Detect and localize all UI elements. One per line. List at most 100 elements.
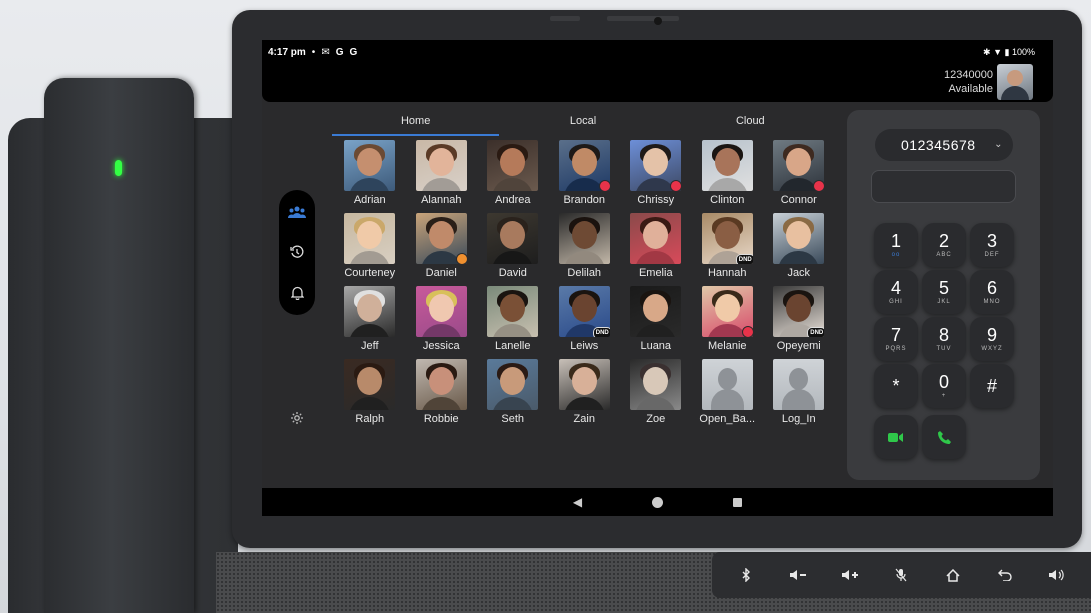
contact-name: Jessica (422, 340, 460, 352)
settings-icon[interactable] (279, 408, 315, 428)
contact-tile[interactable]: DND Hannah (692, 213, 764, 286)
home-nav-icon[interactable] (652, 496, 664, 508)
contact-photo (558, 359, 610, 410)
speaker-icon[interactable] (1043, 561, 1071, 589)
dial-key-digit: * (892, 376, 900, 396)
contact-photo (344, 140, 396, 191)
busy-status-badge (741, 326, 753, 337)
contact-tile[interactable]: Melanie (692, 286, 764, 359)
contact-name: Daniel (425, 267, 457, 279)
account-info[interactable]: 12340000 Available (944, 68, 993, 96)
contact-tile[interactable]: Log_In (763, 359, 835, 432)
handset[interactable] (44, 78, 194, 613)
dial-key[interactable]: 0 + (922, 364, 966, 408)
contact-tile[interactable]: Brandon (549, 140, 621, 213)
dial-key[interactable]: 7 PQRS (874, 317, 918, 361)
dial-key[interactable]: 4 GHI (874, 270, 918, 314)
volume-rocker[interactable] (550, 16, 580, 21)
contact-photo (344, 359, 396, 410)
dial-key[interactable]: 2 ABC (922, 223, 966, 267)
dial-key[interactable]: 9 WXYZ (970, 317, 1014, 361)
contact-tile[interactable]: Clinton (692, 140, 764, 213)
contact-tile[interactable]: Zain (549, 359, 621, 432)
back-icon[interactable] (991, 561, 1019, 589)
dial-key[interactable]: 3 DEF (970, 223, 1014, 267)
contact-tile[interactable]: Open_Ba... (692, 359, 764, 432)
tab-home[interactable]: Home (332, 112, 500, 138)
contact-photo (701, 140, 753, 191)
power-key[interactable] (607, 16, 679, 21)
contact-tile[interactable]: Luana (620, 286, 692, 359)
contact-name: Opeyemi (776, 340, 821, 352)
tab-local[interactable]: Local (499, 112, 666, 138)
tab-cloud[interactable]: Cloud (667, 112, 834, 138)
dial-key[interactable]: 5 JKL (922, 270, 966, 314)
dial-input[interactable] (871, 170, 1016, 203)
recents-nav-icon[interactable] (733, 497, 743, 507)
dot-icon: • (311, 47, 316, 58)
dial-key-digit: 8 (938, 325, 949, 345)
contact-tile[interactable]: Alannah (406, 140, 478, 213)
contact-name: Lanelle (495, 340, 531, 352)
contact-photo (773, 140, 825, 191)
contact-photo (701, 286, 753, 337)
dial-key[interactable]: 1 oo (874, 223, 918, 267)
contact-tile[interactable]: Delilah (549, 213, 621, 286)
contact-photo: DND (773, 286, 825, 337)
bluetooth-icon[interactable] (732, 561, 760, 589)
google-icon: G (335, 47, 344, 58)
video-call-button[interactable] (874, 415, 918, 459)
contact-name: Brandon (563, 194, 606, 206)
contact-tile[interactable]: Emelia (620, 213, 692, 286)
contact-tile[interactable]: Seth (477, 359, 549, 432)
status-left: 4:17 pm • ✉ G G (268, 47, 357, 58)
history-icon[interactable] (279, 242, 315, 262)
contact-tile[interactable]: DND Leiws (549, 286, 621, 359)
dialed-number[interactable]: 012345678 ⌄ (875, 129, 1013, 161)
contact-photo (558, 140, 610, 191)
contact-photo (630, 286, 682, 337)
contact-tile[interactable]: Robbie (406, 359, 478, 432)
contact-tile[interactable]: Jessica (406, 286, 478, 359)
contact-tile[interactable]: Daniel (406, 213, 478, 286)
contact-tile[interactable]: Courteney (334, 213, 406, 286)
audio-call-button[interactable] (922, 415, 966, 459)
contact-photo (630, 140, 682, 191)
contact-name: Hannah (707, 267, 747, 279)
volume-up-icon[interactable] (836, 561, 864, 589)
dial-key[interactable]: 6 MNO (970, 270, 1014, 314)
chevron-down-icon[interactable]: ⌄ (994, 139, 1003, 150)
dial-key-letters: MNO (983, 299, 1001, 305)
dial-key-digit: 4 (890, 278, 901, 298)
contact-tile[interactable]: Jack (763, 213, 835, 286)
dial-key-digit: 9 (986, 325, 997, 345)
contact-tile[interactable]: Andrea (477, 140, 549, 213)
touch-screen: 4:17 pm • ✉ G G ✱ ▼ ▮ 100% 12340000 Avai… (262, 40, 1053, 516)
account-avatar[interactable] (997, 64, 1033, 100)
hardware-button-bar (712, 552, 1091, 598)
dial-key-digit: 6 (986, 278, 997, 298)
home-icon[interactable] (939, 561, 967, 589)
mail-icon: ✉ (321, 47, 330, 58)
notifications-icon[interactable] (279, 283, 315, 303)
dial-key-digit: 3 (986, 231, 997, 251)
contact-tile[interactable]: DND Opeyemi (763, 286, 835, 359)
dial-key[interactable]: # (970, 364, 1014, 408)
back-nav-icon[interactable]: ◀ (573, 495, 582, 509)
contact-tile[interactable]: Chrissy (620, 140, 692, 213)
contact-tile[interactable]: Adrian (334, 140, 406, 213)
contact-tile[interactable]: Connor (763, 140, 835, 213)
dial-key-letters: PQRS (885, 346, 907, 352)
contact-tile[interactable]: Jeff (334, 286, 406, 359)
contact-tile[interactable]: Zoe (620, 359, 692, 432)
contact-tile[interactable]: Ralph (334, 359, 406, 432)
dial-key-letters: TUV (936, 346, 952, 352)
contact-tile[interactable]: Lanelle (477, 286, 549, 359)
contact-tile[interactable]: David (477, 213, 549, 286)
contact-name: Connor (780, 194, 817, 206)
dial-key[interactable]: 8 TUV (922, 317, 966, 361)
volume-down-icon[interactable] (784, 561, 812, 589)
contacts-icon[interactable] (279, 202, 315, 222)
mute-icon[interactable] (887, 561, 915, 589)
dial-key[interactable]: * (874, 364, 918, 408)
